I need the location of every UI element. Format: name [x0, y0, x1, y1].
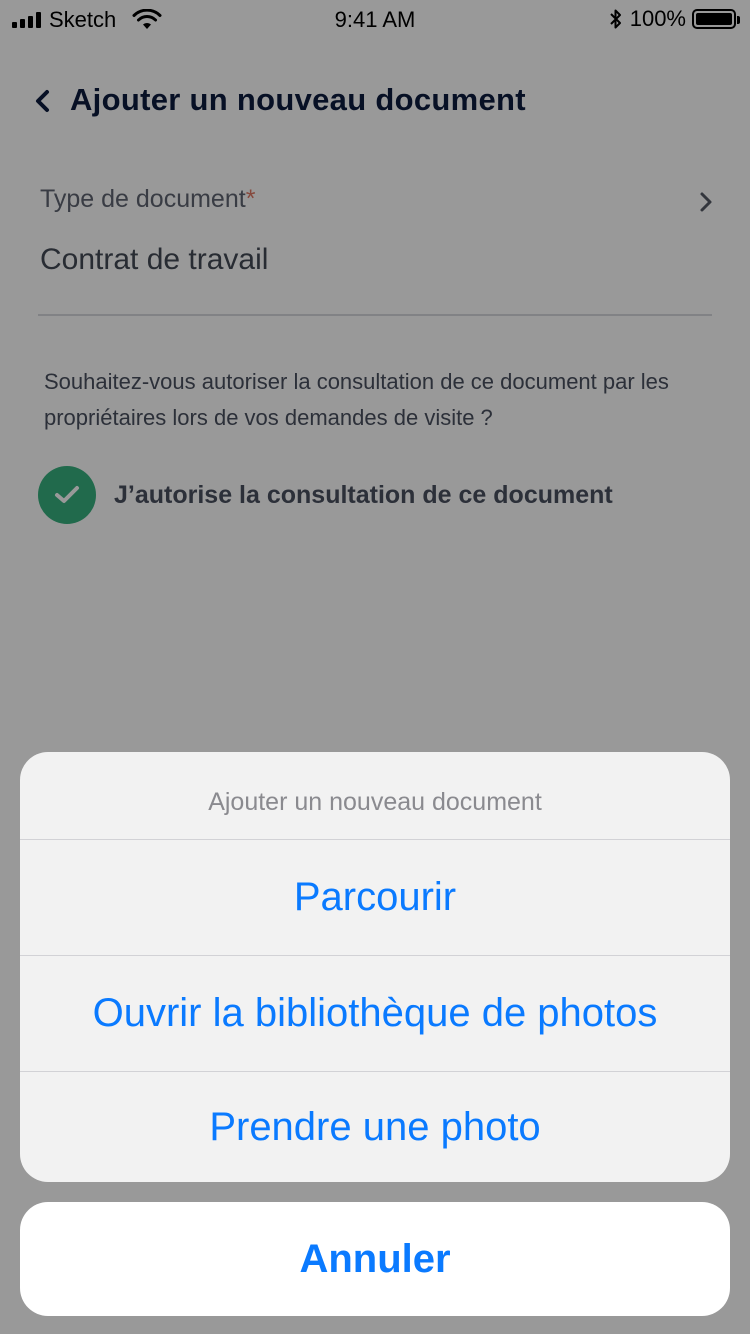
- action-sheet: Ajouter un nouveau document Parcourir Ou…: [20, 752, 730, 1182]
- browse-button[interactable]: Parcourir: [20, 840, 730, 956]
- action-sheet-title: Ajouter un nouveau document: [20, 752, 730, 840]
- cancel-button[interactable]: Annuler: [20, 1202, 730, 1316]
- take-photo-button[interactable]: Prendre une photo: [20, 1072, 730, 1182]
- open-photo-library-button[interactable]: Ouvrir la bibliothèque de photos: [20, 956, 730, 1072]
